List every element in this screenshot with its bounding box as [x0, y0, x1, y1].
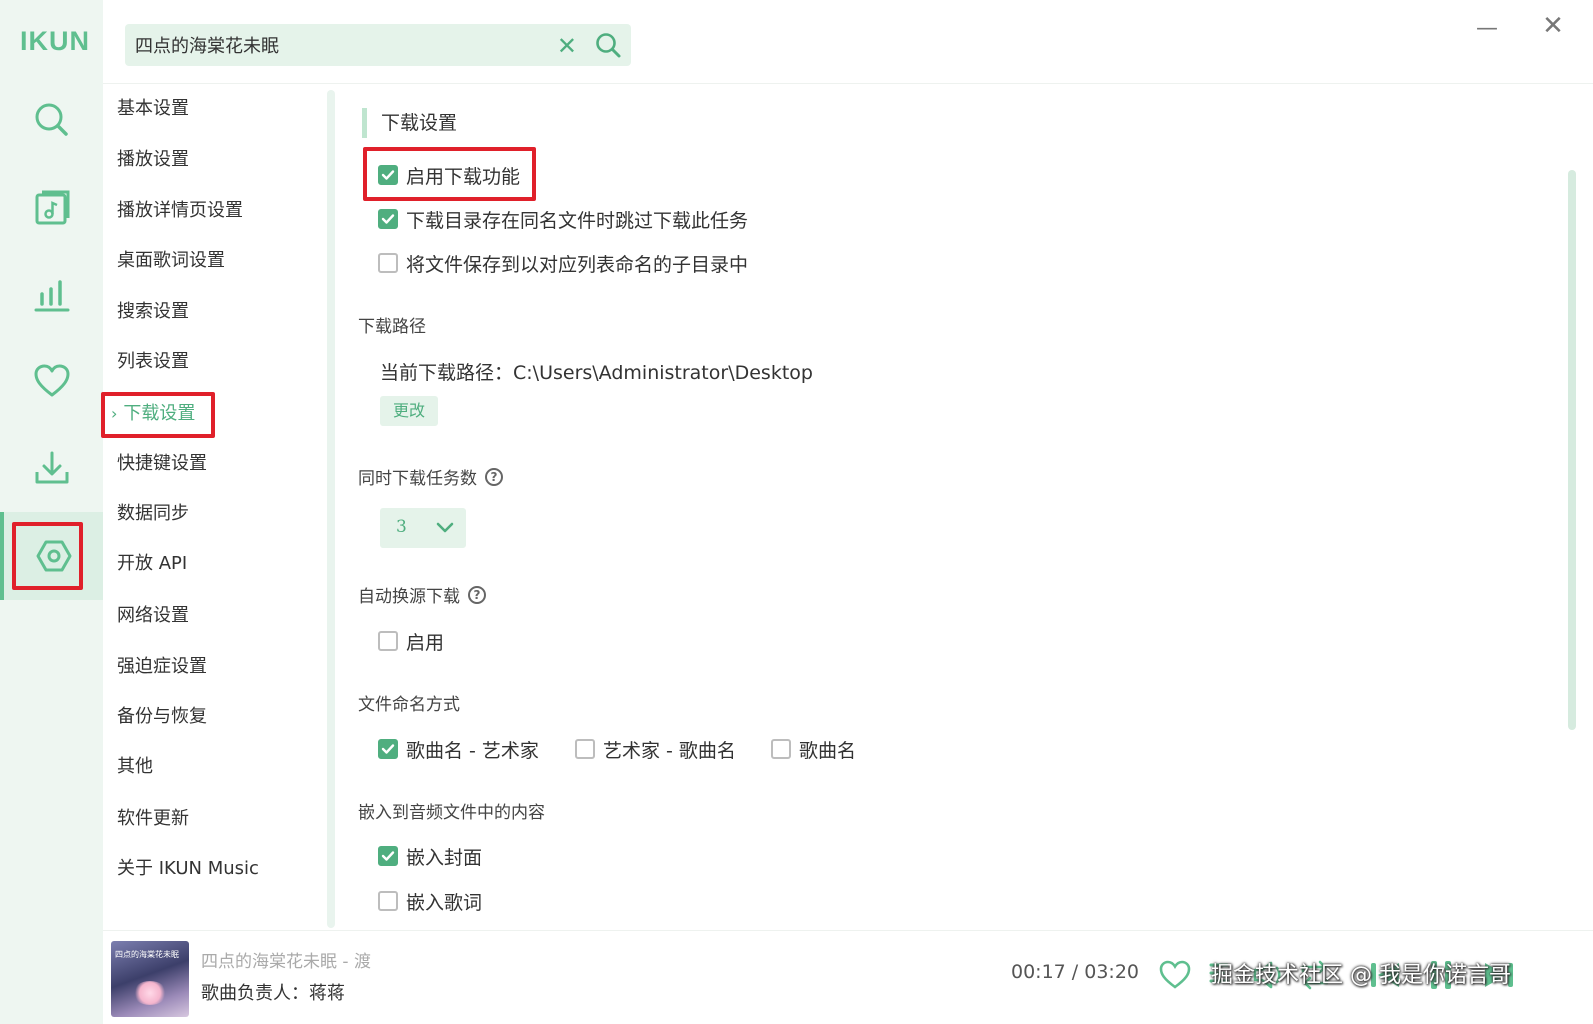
rail-chart-button[interactable] [0, 250, 103, 338]
minimize-icon[interactable]: — [1473, 14, 1501, 42]
song-owner: 歌曲负责人：蒋蒋 [201, 983, 345, 1004]
settings-icon [36, 540, 71, 572]
nav-item-download[interactable]: › 下载设置 [111, 399, 195, 429]
cover-flower [133, 981, 167, 1005]
search-box: ✕ [125, 24, 631, 66]
help-icon[interactable]: ? [485, 467, 503, 486]
chevron-right-icon: › [111, 404, 118, 423]
nav-item-playback[interactable]: 播放设置 [117, 145, 189, 175]
nav-item-hotkeys[interactable]: 快捷键设置 [117, 449, 207, 479]
checkbox-unchecked-icon [378, 253, 398, 273]
playback-time: 00:17 / 03:20 [1011, 961, 1139, 983]
checkbox-checked-icon [378, 846, 398, 866]
nav-item-backup[interactable]: 备份与恢复 [117, 702, 207, 732]
song-title[interactable]: 四点的海棠花未眠 - 渡 [201, 947, 371, 972]
heart-icon[interactable] [1155, 955, 1195, 995]
change-path-button[interactable]: 更改 [380, 396, 438, 426]
checkbox-unchecked-icon [378, 631, 398, 651]
close-icon[interactable]: ✕ [1539, 11, 1567, 41]
path-group-label: 下载路径 [358, 317, 426, 337]
naming-option-artist-title[interactable]: 艺术家 - 歌曲名 [575, 734, 736, 764]
concurrent-value: 3 [396, 517, 407, 537]
naming-option-label: 歌曲名 [799, 739, 857, 762]
auto-source-group-label: 自动换源下载? [358, 582, 486, 607]
nav-item-list[interactable]: 列表设置 [117, 347, 189, 377]
nav-item-ocd[interactable]: 强迫症设置 [117, 652, 207, 682]
nav-item-basic[interactable]: 基本设置 [117, 94, 189, 124]
checkbox-checked-icon [378, 739, 398, 759]
checkbox-unchecked-icon [771, 739, 791, 759]
nav-item-desktop-lyrics[interactable]: 桌面歌词设置 [117, 246, 225, 276]
search-icon [35, 103, 68, 136]
embed-lyrics-label: 嵌入歌词 [406, 891, 483, 914]
nav-item-other[interactable]: 其他 [117, 752, 153, 782]
auto-source-label: 启用 [406, 631, 445, 654]
embed-group-label: 嵌入到音频文件中的内容 [358, 803, 545, 823]
player-bar: 四点的海棠花未眠 四点的海棠花未眠 - 渡 歌曲负责人：蒋蒋 00:17 / 0… [103, 930, 1593, 1024]
nav-item-open-api[interactable]: 开放 API [117, 549, 187, 579]
checkbox-checked-icon [378, 165, 398, 185]
download-path-text: 当前下载路径：C:\Users\Administrator\Desktop [380, 362, 813, 384]
auto-source-checkbox[interactable]: 启用 [378, 626, 444, 656]
chevron-down-icon [436, 522, 454, 533]
nav-item-sync[interactable]: 数据同步 [117, 499, 189, 529]
embed-cover-label: 嵌入封面 [406, 846, 483, 869]
chart-icon [34, 280, 69, 312]
concurrent-select[interactable]: 3 [380, 508, 466, 548]
skip-existing-label: 下载目录存在同名文件时跳过下载此任务 [406, 209, 749, 232]
subdir-label: 将文件保存到以对应列表命名的子目录中 [406, 253, 749, 276]
rail-search-button[interactable] [0, 76, 103, 164]
side-rail: IKUN [0, 0, 103, 1024]
naming-option-title[interactable]: 歌曲名 [771, 734, 856, 764]
embed-cover-checkbox[interactable]: 嵌入封面 [378, 841, 482, 871]
app-window: IKUN ✕ — ✕ 基本设置 播放设置 播 [0, 0, 1593, 1024]
help-icon[interactable]: ? [468, 585, 486, 604]
top-bar: ✕ — ✕ [103, 0, 1593, 84]
watermark-text: 掘金技术社区 @ 我是你诺言哥 [1211, 963, 1511, 988]
checkbox-checked-icon [378, 209, 398, 229]
music-library-icon [35, 190, 69, 225]
nav-item-download-label: 下载设置 [123, 403, 196, 424]
content-scrollbar[interactable] [1568, 170, 1576, 730]
nav-item-search[interactable]: 搜索设置 [117, 297, 189, 327]
skip-existing-checkbox[interactable]: 下载目录存在同名文件时跳过下载此任务 [378, 204, 748, 234]
heart-icon [34, 364, 69, 397]
naming-option-title-artist[interactable]: 歌曲名 - 艺术家 [378, 734, 539, 764]
download-icon [35, 451, 68, 484]
cover-text: 四点的海棠花未眠 [115, 950, 179, 959]
rail-settings-button[interactable] [0, 512, 103, 600]
nav-item-update[interactable]: 软件更新 [117, 804, 189, 834]
naming-group-label: 文件命名方式 [358, 695, 460, 715]
settings-nav: 基本设置 播放设置 播放详情页设置 桌面歌词设置 搜索设置 列表设置 › 下载设置… [101, 84, 335, 930]
album-cover[interactable]: 四点的海棠花未眠 [111, 941, 189, 1017]
naming-option-label: 歌曲名 - 艺术家 [406, 739, 539, 762]
nav-item-network[interactable]: 网络设置 [117, 601, 189, 631]
checkbox-unchecked-icon [575, 739, 595, 759]
naming-option-label: 艺术家 - 歌曲名 [603, 739, 736, 762]
nav-item-about[interactable]: 关于 IKUN Music [117, 854, 259, 884]
rail-download-button[interactable] [0, 424, 103, 512]
embed-lyrics-checkbox[interactable]: 嵌入歌词 [378, 886, 482, 916]
enable-download-checkbox[interactable]: 启用下载功能 [378, 160, 520, 190]
enable-download-label: 启用下载功能 [406, 165, 521, 188]
settings-content: 下载设置 启用下载功能 下载目录存在同名文件时跳过下载此任务 将文件保存到以对应… [338, 84, 1578, 930]
nav-item-play-detail[interactable]: 播放详情页设置 [117, 196, 243, 226]
subdir-checkbox[interactable]: 将文件保存到以对应列表命名的子目录中 [378, 248, 748, 278]
search-icon[interactable] [593, 30, 623, 60]
app-logo: IKUN [20, 26, 90, 56]
search-input[interactable] [135, 34, 545, 56]
clear-icon[interactable]: ✕ [557, 32, 577, 60]
nav-scrollbar[interactable] [327, 90, 335, 928]
rail-library-button[interactable] [0, 164, 103, 252]
checkbox-unchecked-icon [378, 891, 398, 911]
rail-favorite-button[interactable] [0, 337, 103, 425]
section-title: 下载设置 [362, 108, 457, 138]
concurrent-group-label: 同时下载任务数? [358, 464, 503, 489]
